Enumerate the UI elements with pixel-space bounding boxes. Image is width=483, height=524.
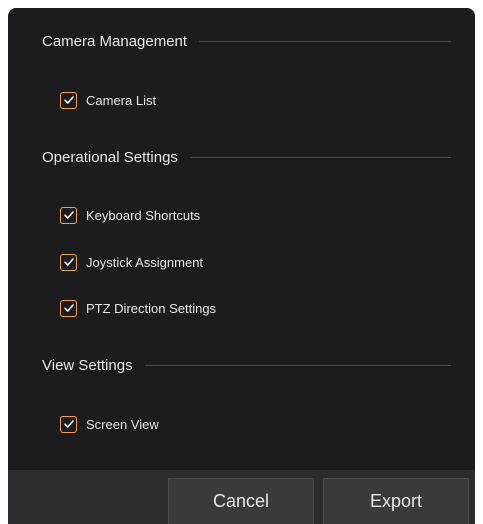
checkbox-row-joystick-assignment[interactable]: Joystick Assignment bbox=[60, 252, 203, 272]
section-title: Camera Management bbox=[42, 32, 188, 50]
section-divider bbox=[144, 364, 451, 366]
section-divider bbox=[199, 40, 451, 42]
checkmark-icon bbox=[63, 96, 74, 104]
checkbox-row-keyboard-shortcuts[interactable]: Keyboard Shortcuts bbox=[60, 205, 200, 225]
section-divider bbox=[189, 156, 451, 158]
checkmark-icon bbox=[63, 258, 74, 266]
section-header-camera-management: Camera Management bbox=[42, 30, 451, 52]
checkmark-icon bbox=[63, 420, 74, 428]
checkbox-label: Keyboard Shortcuts bbox=[86, 207, 201, 223]
checkbox-row-ptz-direction-settings[interactable]: PTZ Direction Settings bbox=[60, 298, 216, 318]
checkbox-row-camera-list[interactable]: Camera List bbox=[60, 90, 156, 110]
section-header-operational-settings: Operational Settings bbox=[42, 146, 451, 168]
checkbox-label: Joystick Assignment bbox=[86, 254, 204, 270]
checkbox-row-screen-view[interactable]: Screen View bbox=[60, 414, 159, 434]
section-header-view-settings: View Settings bbox=[42, 354, 451, 376]
checkbox-label: Screen View bbox=[86, 416, 159, 432]
export-settings-dialog: Camera Management Camera List Operationa… bbox=[8, 8, 475, 524]
section-title: View Settings bbox=[42, 356, 133, 374]
checkmark-icon bbox=[63, 211, 74, 219]
checkbox-keyboard-shortcuts[interactable] bbox=[60, 206, 77, 224]
cancel-button[interactable]: Cancel bbox=[168, 478, 314, 524]
checkbox-label: Camera List bbox=[86, 92, 157, 108]
checkbox-label: PTZ Direction Settings bbox=[86, 300, 217, 316]
checkbox-ptz-direction-settings[interactable] bbox=[60, 299, 77, 317]
section-title: Operational Settings bbox=[42, 148, 178, 166]
dialog-footer: Cancel Export bbox=[8, 470, 475, 524]
export-button[interactable]: Export bbox=[323, 478, 469, 524]
checkbox-screen-view[interactable] bbox=[60, 415, 77, 433]
checkbox-joystick-assignment[interactable] bbox=[60, 253, 77, 271]
checkbox-camera-list[interactable] bbox=[60, 91, 77, 109]
checkmark-icon bbox=[63, 304, 74, 312]
